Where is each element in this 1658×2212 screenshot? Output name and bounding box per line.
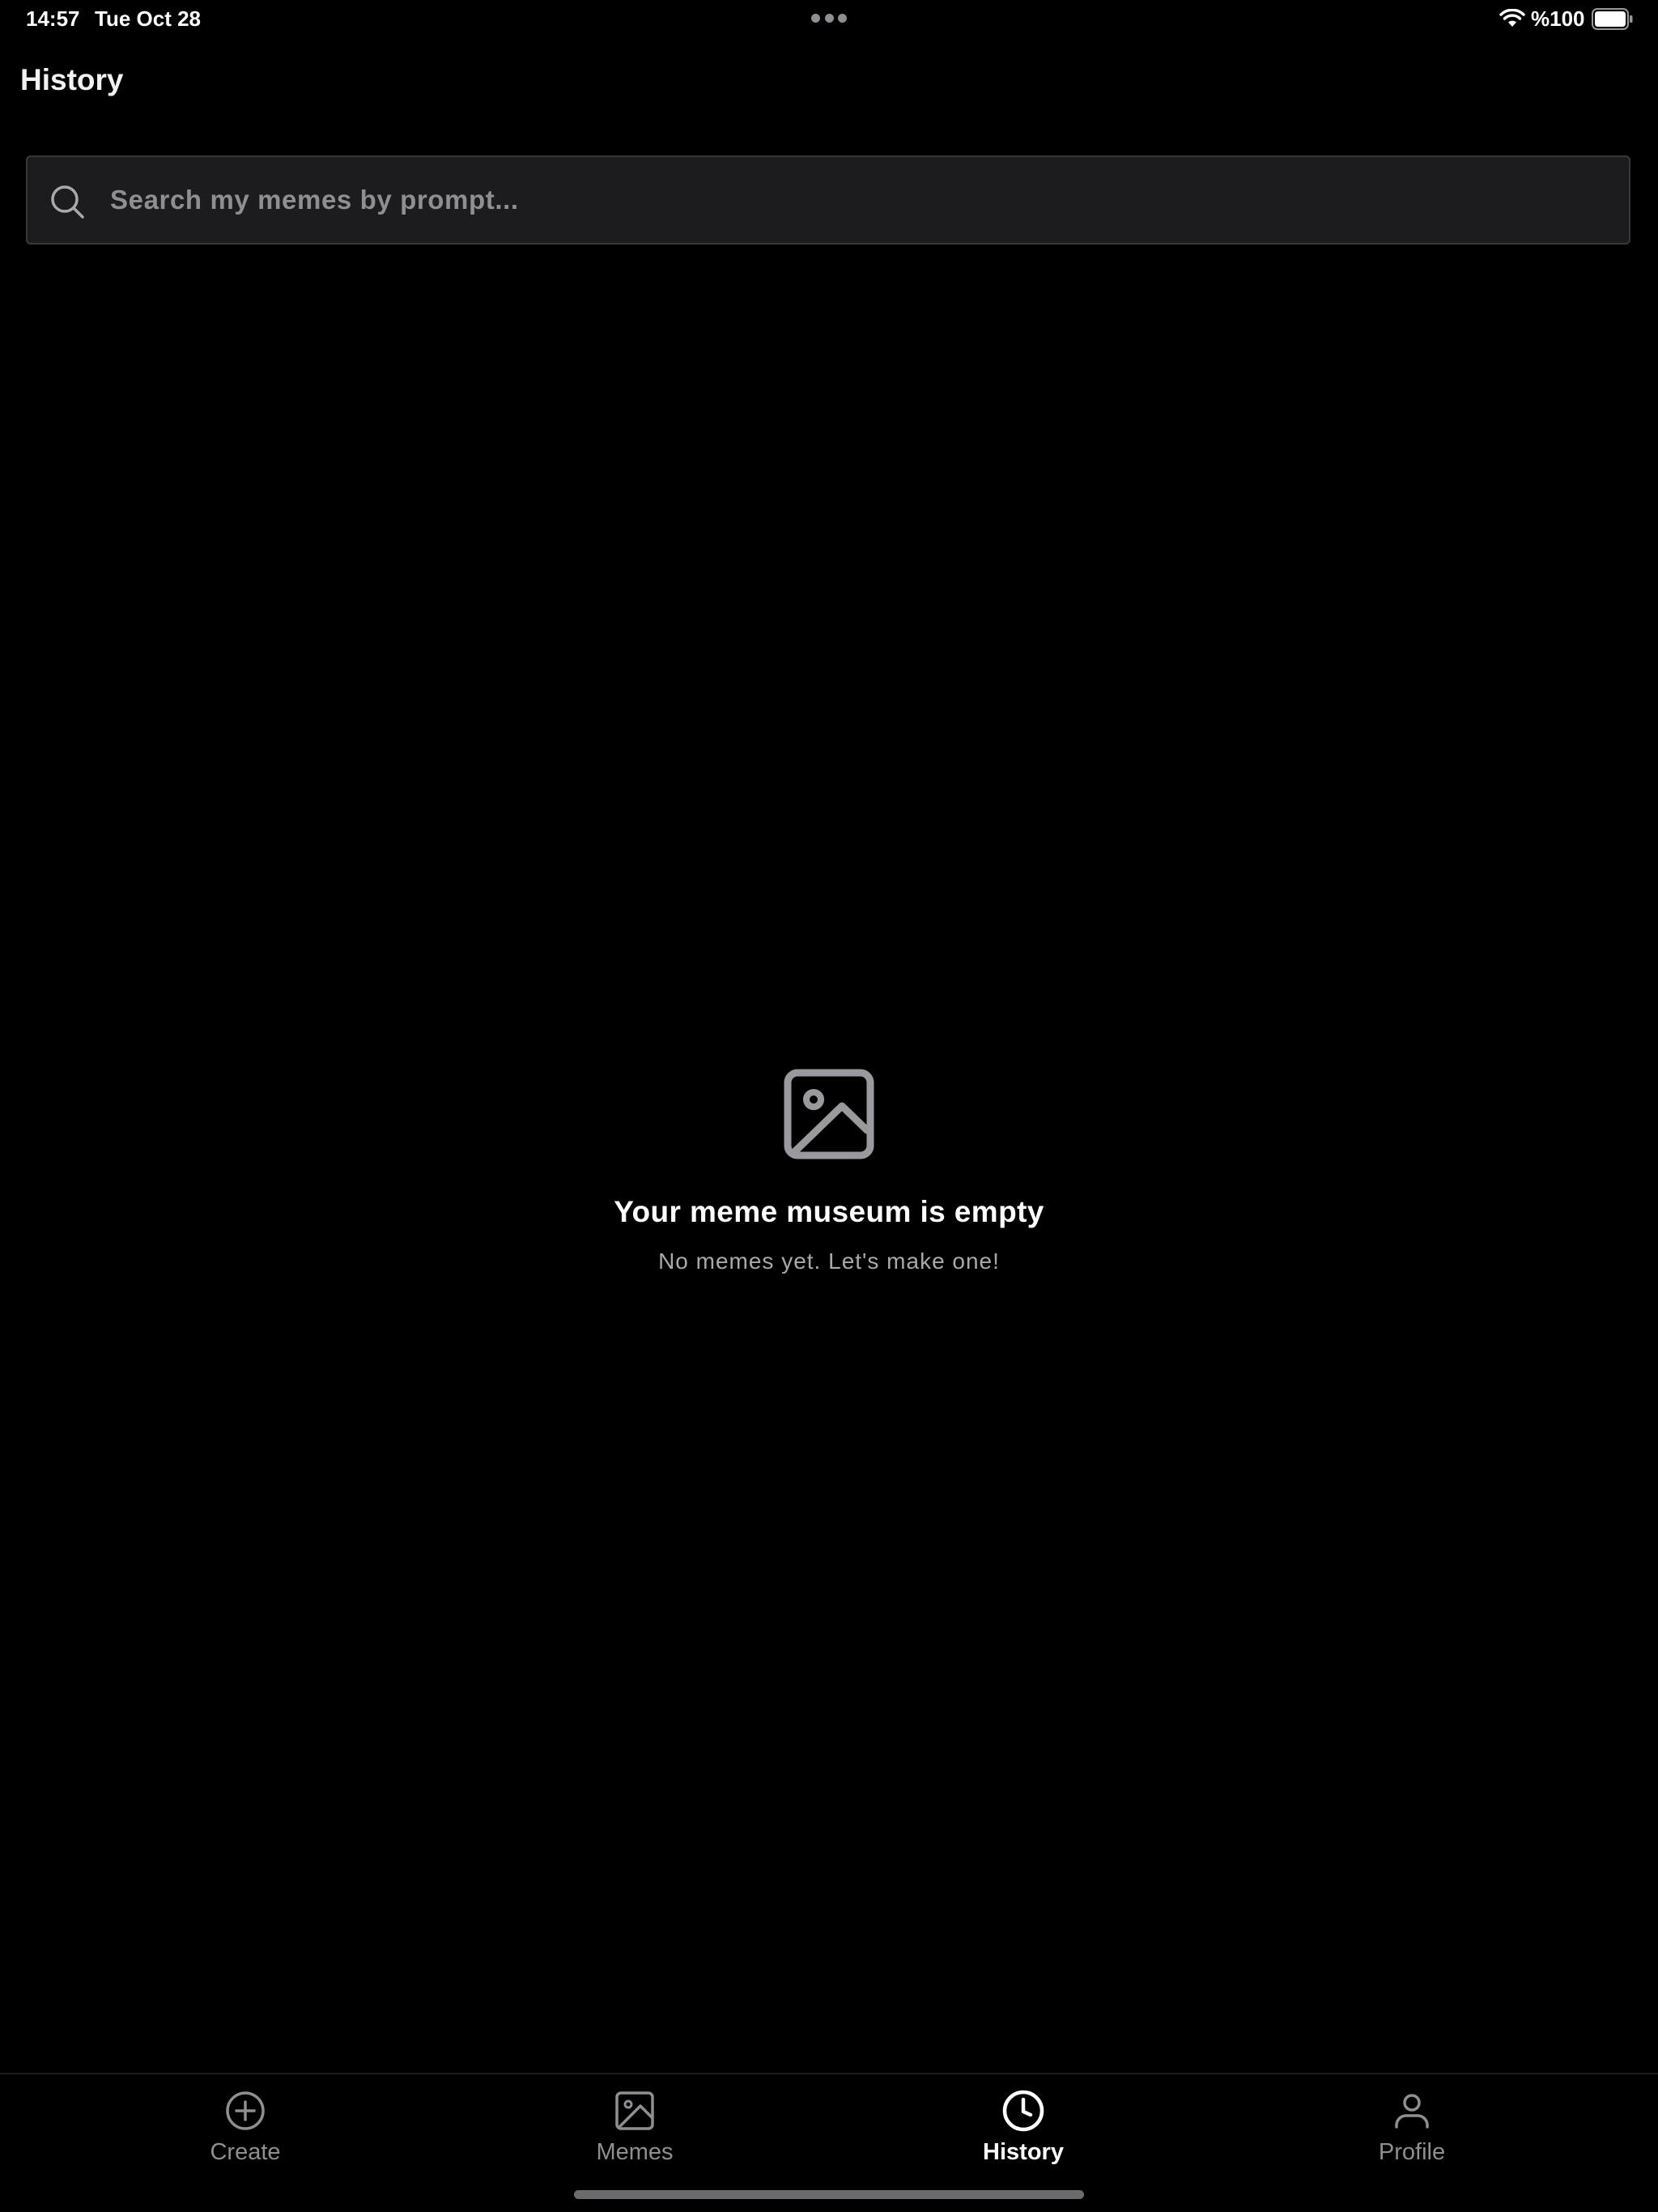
tab-profile-label: Profile [1378,2139,1446,2165]
status-date: Tue Oct 28 [95,6,202,31]
search-box[interactable] [26,155,1630,245]
image-icon [784,1069,874,1159]
status-bar: 14:57 Tue Oct 28 %100 [0,0,1658,39]
page-title: History [20,63,124,96]
tab-history[interactable]: History [926,2089,1120,2178]
tab-history-label: History [983,2139,1064,2165]
multitask-dots-icon[interactable] [811,14,847,23]
clock-icon [1002,2090,1044,2132]
empty-title: Your meme museum is empty [614,1195,1044,1228]
history-screen: 14:57 Tue Oct 28 %100 History Search my … [0,0,1658,2212]
person-icon [1395,2094,1429,2129]
plus-circle-icon [226,2091,265,2130]
tab-profile[interactable]: Profile [1315,2089,1509,2178]
tab-create-label: Create [210,2139,281,2165]
tab-memes-label: Memes [596,2139,674,2165]
wifi-icon [1499,9,1525,27]
battery-icon [1592,8,1633,30]
search-input[interactable] [110,157,1600,243]
search-icon [51,185,84,219]
tab-memes[interactable]: Memes [538,2089,732,2178]
status-time: 14:57 [26,6,80,31]
empty-subtitle: No memes yet. Let's make one! [658,1249,1000,1274]
empty-state: Your meme museum is empty No memes yet. … [0,1069,1658,1274]
image-icon [615,2091,654,2130]
tab-create[interactable]: Create [148,2089,342,2178]
battery-percent: %100 [1531,6,1585,31]
home-indicator[interactable] [574,2190,1084,2199]
